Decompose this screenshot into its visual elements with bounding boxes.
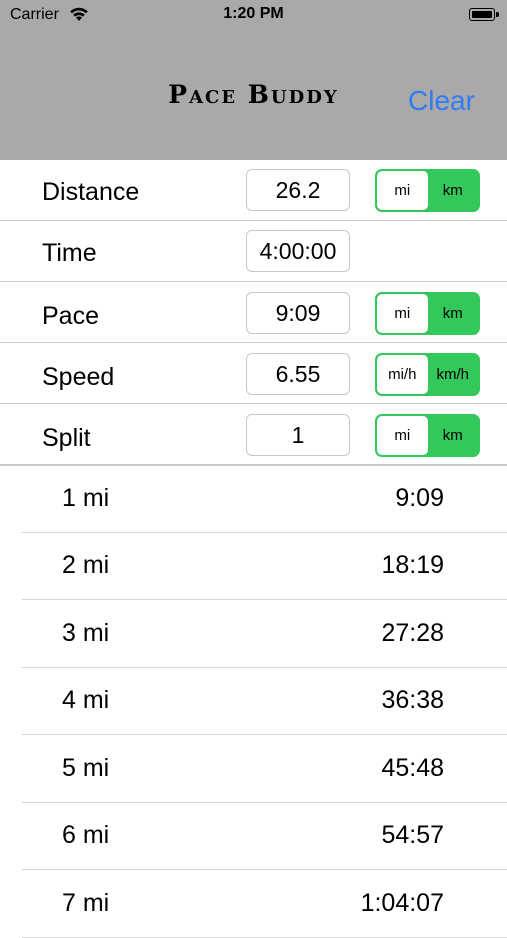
speed-label: Speed (42, 363, 115, 391)
split-label: Split (42, 424, 91, 452)
split-time: 54:57 (381, 821, 444, 849)
split-distance: 3 mi (62, 619, 110, 647)
pace-row: Pace 9:09 mi km (0, 282, 507, 343)
pace-field[interactable]: 9:09 (246, 292, 350, 334)
distance-label: Distance (42, 178, 140, 206)
split-distance: 6 mi (62, 821, 110, 849)
distance-unit-mi[interactable]: mi (377, 171, 428, 210)
navigation-header: Carrier 1:20 PM Pace Buddy Clear (0, 0, 507, 160)
distance-unit-toggle: mi km (375, 169, 480, 212)
distance-unit-km[interactable]: km (428, 171, 479, 210)
status-time: 1:20 PM (223, 5, 284, 22)
list-item[interactable]: 2 mi 18:19 (22, 533, 507, 600)
speed-field[interactable]: 6.55 (246, 353, 350, 395)
split-distance: 5 mi (62, 754, 110, 782)
list-item[interactable]: 7 mi 1:04:07 (22, 871, 507, 938)
split-distance: 4 mi (62, 686, 110, 714)
list-item[interactable]: 3 mi 27:28 (22, 601, 507, 668)
list-item[interactable]: 1 mi 9:09 (22, 466, 507, 533)
speed-unit-toggle: mi/h km/h (375, 353, 480, 396)
split-time: 36:38 (381, 686, 444, 714)
split-time: 1:04:07 (360, 889, 444, 917)
list-item[interactable]: 5 mi 45:48 (22, 736, 507, 803)
pace-unit-toggle: mi km (375, 292, 480, 335)
split-field[interactable]: 1 (246, 414, 350, 456)
speed-unit-kmh[interactable]: km/h (428, 355, 479, 394)
split-distance: 7 mi (62, 889, 110, 917)
time-label: Time (42, 239, 97, 267)
split-distance: 1 mi (62, 484, 110, 512)
split-time: 18:19 (381, 551, 444, 579)
distance-row: Distance 26.2 mi km (0, 160, 507, 221)
pace-unit-km[interactable]: km (428, 294, 479, 333)
split-row: Split 1 mi km (0, 404, 507, 466)
status-bar: Carrier 1:20 PM (0, 0, 507, 30)
clear-button[interactable]: Clear (408, 85, 475, 117)
split-time: 45:48 (381, 754, 444, 782)
battery-icon (469, 8, 499, 21)
split-distance: 2 mi (62, 551, 110, 579)
split-time: 27:28 (381, 619, 444, 647)
time-field[interactable]: 4:00:00 (246, 230, 350, 272)
pace-unit-mi[interactable]: mi (377, 294, 428, 333)
time-row: Time 4:00:00 (0, 221, 507, 282)
split-unit-km[interactable]: km (428, 416, 479, 455)
pace-label: Pace (42, 302, 99, 330)
list-item[interactable]: 6 mi 54:57 (22, 803, 507, 870)
speed-unit-mph[interactable]: mi/h (377, 355, 428, 394)
list-item[interactable]: 4 mi 36:38 (22, 668, 507, 735)
distance-field[interactable]: 26.2 (246, 169, 350, 211)
speed-row: Speed 6.55 mi/h km/h (0, 343, 507, 404)
split-unit-toggle: mi km (375, 414, 480, 457)
split-time: 9:09 (395, 484, 444, 512)
split-unit-mi[interactable]: mi (377, 416, 428, 455)
